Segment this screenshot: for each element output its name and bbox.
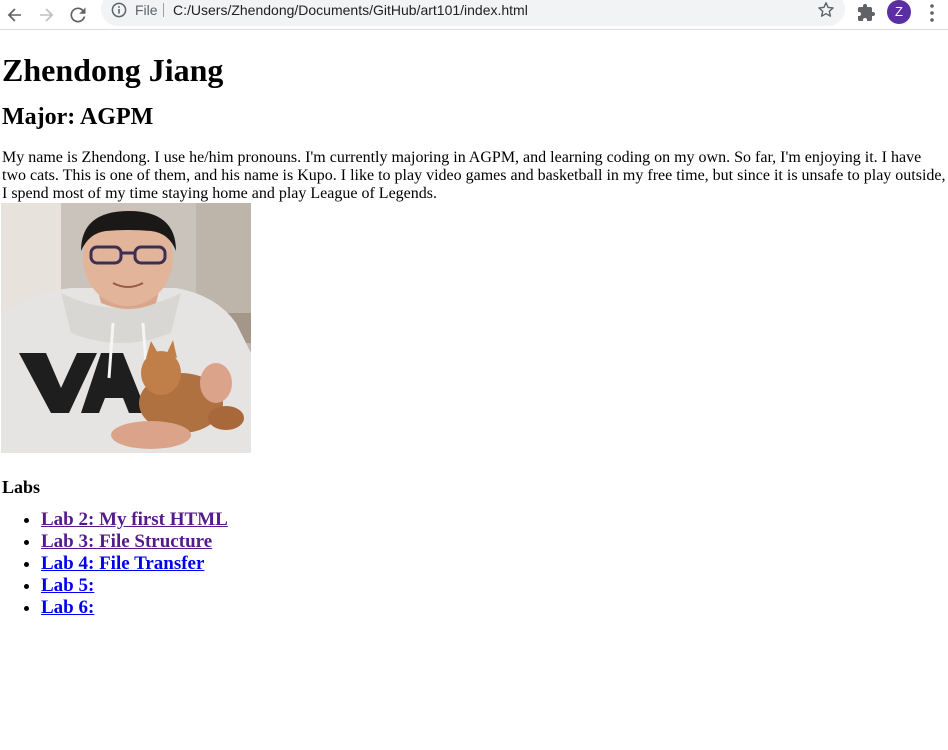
address-bar[interactable]: File C:/Users/Zhendong/Documents/GitHub/… xyxy=(101,0,845,26)
list-item: Lab 6: xyxy=(41,597,948,619)
page-subtitle: Major: AGPM xyxy=(2,104,154,130)
lab-5-link[interactable]: Lab 5: xyxy=(41,575,94,596)
extensions-icon[interactable] xyxy=(857,3,877,23)
star-icon[interactable] xyxy=(817,1,835,19)
lab-6-link[interactable]: Lab 6: xyxy=(41,597,94,618)
reload-icon[interactable] xyxy=(66,3,90,27)
lab-4-link[interactable]: Lab 4: File Transfer xyxy=(41,553,204,574)
list-item: Lab 4: File Transfer xyxy=(41,553,948,575)
info-icon[interactable] xyxy=(111,2,127,18)
labs-list: Lab 2: My first HTML Lab 3: File Structu… xyxy=(2,509,948,619)
back-icon[interactable] xyxy=(3,3,27,27)
profile-photo xyxy=(1,203,251,453)
list-item: Lab 2: My first HTML xyxy=(41,509,948,531)
lab-2-link[interactable]: Lab 2: My first HTML xyxy=(41,509,228,530)
labs-heading: Labs xyxy=(2,477,41,497)
page-title: Zhendong Jiang xyxy=(2,52,224,88)
browser-toolbar: File C:/Users/Zhendong/Documents/GitHub/… xyxy=(0,0,948,30)
bio-paragraph: My name is Zhendong. I use he/him pronou… xyxy=(2,149,946,202)
omnibox-divider xyxy=(163,3,164,17)
list-item: Lab 5: xyxy=(41,575,948,597)
url-text[interactable]: C:/Users/Zhendong/Documents/GitHub/art10… xyxy=(173,3,528,17)
more-menu-icon[interactable] xyxy=(923,3,941,23)
lab-3-link[interactable]: Lab 3: File Structure xyxy=(41,531,212,552)
forward-icon[interactable] xyxy=(34,3,58,27)
list-item: Lab 3: File Structure xyxy=(41,531,948,553)
scheme-label: File xyxy=(135,2,158,18)
page-content: Zhendong Jiang Major: AGPM My name is Zh… xyxy=(0,52,948,619)
profile-avatar[interactable]: Z xyxy=(887,0,911,24)
